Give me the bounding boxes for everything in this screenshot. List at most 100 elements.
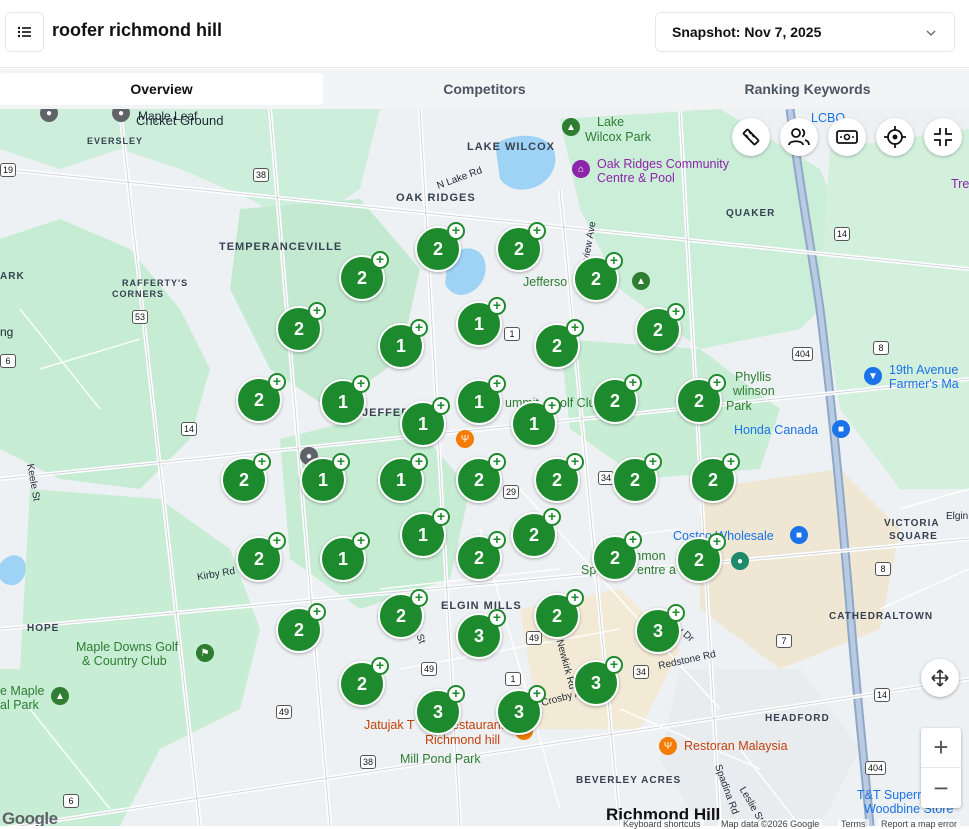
competitors-toggle-button[interactable] [780,118,818,156]
plus-icon[interactable]: + [410,319,428,337]
rank-marker[interactable]: 1 + [400,508,450,558]
map-canvas[interactable]: Maple Leaf Cricket Ground EVERSLEY Lake … [0,109,969,826]
rank-marker[interactable]: 3 + [496,685,546,735]
zoom-out-button[interactable]: − [921,768,961,808]
plus-icon[interactable]: + [708,374,726,392]
snapshot-select[interactable]: Snapshot: Nov 7, 2025 [655,12,955,52]
tree-icon[interactable]: ▲ [562,118,580,136]
place-pin-icon[interactable]: ● [731,552,749,570]
plus-icon[interactable]: + [488,531,506,549]
plus-icon[interactable]: + [566,319,584,337]
plus-icon[interactable]: + [253,453,271,471]
rank-marker[interactable]: 1 + [511,397,561,447]
ticket-button[interactable] [828,118,866,156]
rank-marker[interactable]: 1 + [300,453,350,503]
tab-competitors[interactable]: Competitors [323,73,646,105]
rank-marker[interactable]: 2 + [496,222,546,272]
recenter-button[interactable] [921,659,959,697]
rank-marker[interactable]: 1 + [456,375,506,425]
rank-marker[interactable]: 2 + [456,531,506,581]
golf-icon[interactable]: ⚑ [196,644,214,662]
rank-marker[interactable]: 2 + [534,319,584,369]
plus-icon[interactable]: + [624,531,642,549]
rank-marker[interactable]: 2 + [415,222,465,272]
keyboard-shortcuts-link[interactable]: Keyboard shortcuts [620,819,704,829]
plus-icon[interactable]: + [667,604,685,622]
plus-icon[interactable]: + [528,222,546,240]
rank-marker[interactable]: 1 + [400,397,450,447]
plus-icon[interactable]: + [543,397,561,415]
rank-marker[interactable]: 2 + [534,453,584,503]
rank-marker[interactable]: 3 + [573,656,623,706]
plus-icon[interactable]: + [488,297,506,315]
rank-marker[interactable]: 2 + [511,508,561,558]
rank-marker[interactable]: 2 + [534,589,584,639]
plus-icon[interactable]: + [566,453,584,471]
plus-icon[interactable]: + [447,222,465,240]
plus-icon[interactable]: + [371,251,389,269]
rank-marker[interactable]: 2 + [236,532,286,582]
plus-icon[interactable]: + [644,453,662,471]
rank-marker[interactable]: 3 + [635,604,685,654]
plus-icon[interactable]: + [268,373,286,391]
plus-icon[interactable]: + [447,685,465,703]
rank-marker[interactable]: 2 + [236,373,286,423]
plus-icon[interactable]: + [352,532,370,550]
rank-marker[interactable]: 2 + [676,533,726,583]
terms-link[interactable]: Terms [838,819,869,829]
rank-marker[interactable]: 2 + [676,374,726,424]
landmark-icon[interactable]: ⌂ [572,160,590,178]
rank-marker[interactable]: 2 + [339,251,389,301]
tab-ranking-keywords[interactable]: Ranking Keywords [646,73,969,105]
plus-icon[interactable]: + [488,375,506,393]
plus-icon[interactable]: + [308,603,326,621]
rank-marker[interactable]: 2 + [378,589,428,639]
rank-marker[interactable]: 2 + [592,531,642,581]
rank-marker[interactable]: 2 + [592,374,642,424]
menu-button[interactable] [5,12,44,52]
rank-marker[interactable]: 1 + [320,375,370,425]
rank-marker[interactable]: 2 + [635,303,685,353]
plus-icon[interactable]: + [432,397,450,415]
plus-icon[interactable]: + [667,303,685,321]
rank-marker[interactable]: 2 + [276,603,326,653]
rank-marker[interactable]: 3 + [415,685,465,735]
tree-icon[interactable]: ▲ [632,272,650,290]
rank-marker[interactable]: 2 + [276,302,326,352]
tree-icon[interactable]: ▲ [51,687,69,705]
plus-icon[interactable]: + [308,302,326,320]
tab-overview[interactable]: Overview [0,73,323,105]
plus-icon[interactable]: + [528,685,546,703]
plus-icon[interactable]: + [488,609,506,627]
zoom-in-button[interactable]: + [921,728,961,768]
restaurant-icon[interactable]: Ψ [659,737,677,755]
rank-marker[interactable]: 2 + [612,453,662,503]
plus-icon[interactable]: + [432,508,450,526]
plus-icon[interactable]: + [268,532,286,550]
report-map-error-link[interactable]: Report a map error [878,819,961,829]
plus-icon[interactable]: + [708,533,726,551]
rank-marker[interactable]: 1 + [378,453,428,503]
plus-icon[interactable]: + [352,375,370,393]
plus-icon[interactable]: + [488,453,506,471]
rank-marker[interactable]: 2 + [456,453,506,503]
rank-marker[interactable]: 2 + [221,453,271,503]
rank-marker[interactable]: 1 + [378,319,428,369]
rank-marker[interactable]: 1 + [320,532,370,582]
rank-marker[interactable]: 2 + [690,453,740,503]
plus-icon[interactable]: + [410,589,428,607]
lock-icon[interactable]: ■ [790,526,808,544]
plus-icon[interactable]: + [624,374,642,392]
rank-marker[interactable]: 2 + [573,252,623,302]
plus-icon[interactable]: + [410,453,428,471]
lock-icon[interactable]: ■ [832,420,850,438]
ruler-button[interactable] [732,118,770,156]
plus-icon[interactable]: + [332,453,350,471]
rank-marker[interactable]: 1 + [456,297,506,347]
plus-icon[interactable]: + [543,508,561,526]
rank-marker[interactable]: 3 + [456,609,506,659]
rank-marker[interactable]: 2 + [339,657,389,707]
collapse-button[interactable] [924,118,962,156]
restaurant-icon[interactable]: Ψ [456,430,474,448]
shopping-cart-icon[interactable]: ▼ [864,367,882,385]
